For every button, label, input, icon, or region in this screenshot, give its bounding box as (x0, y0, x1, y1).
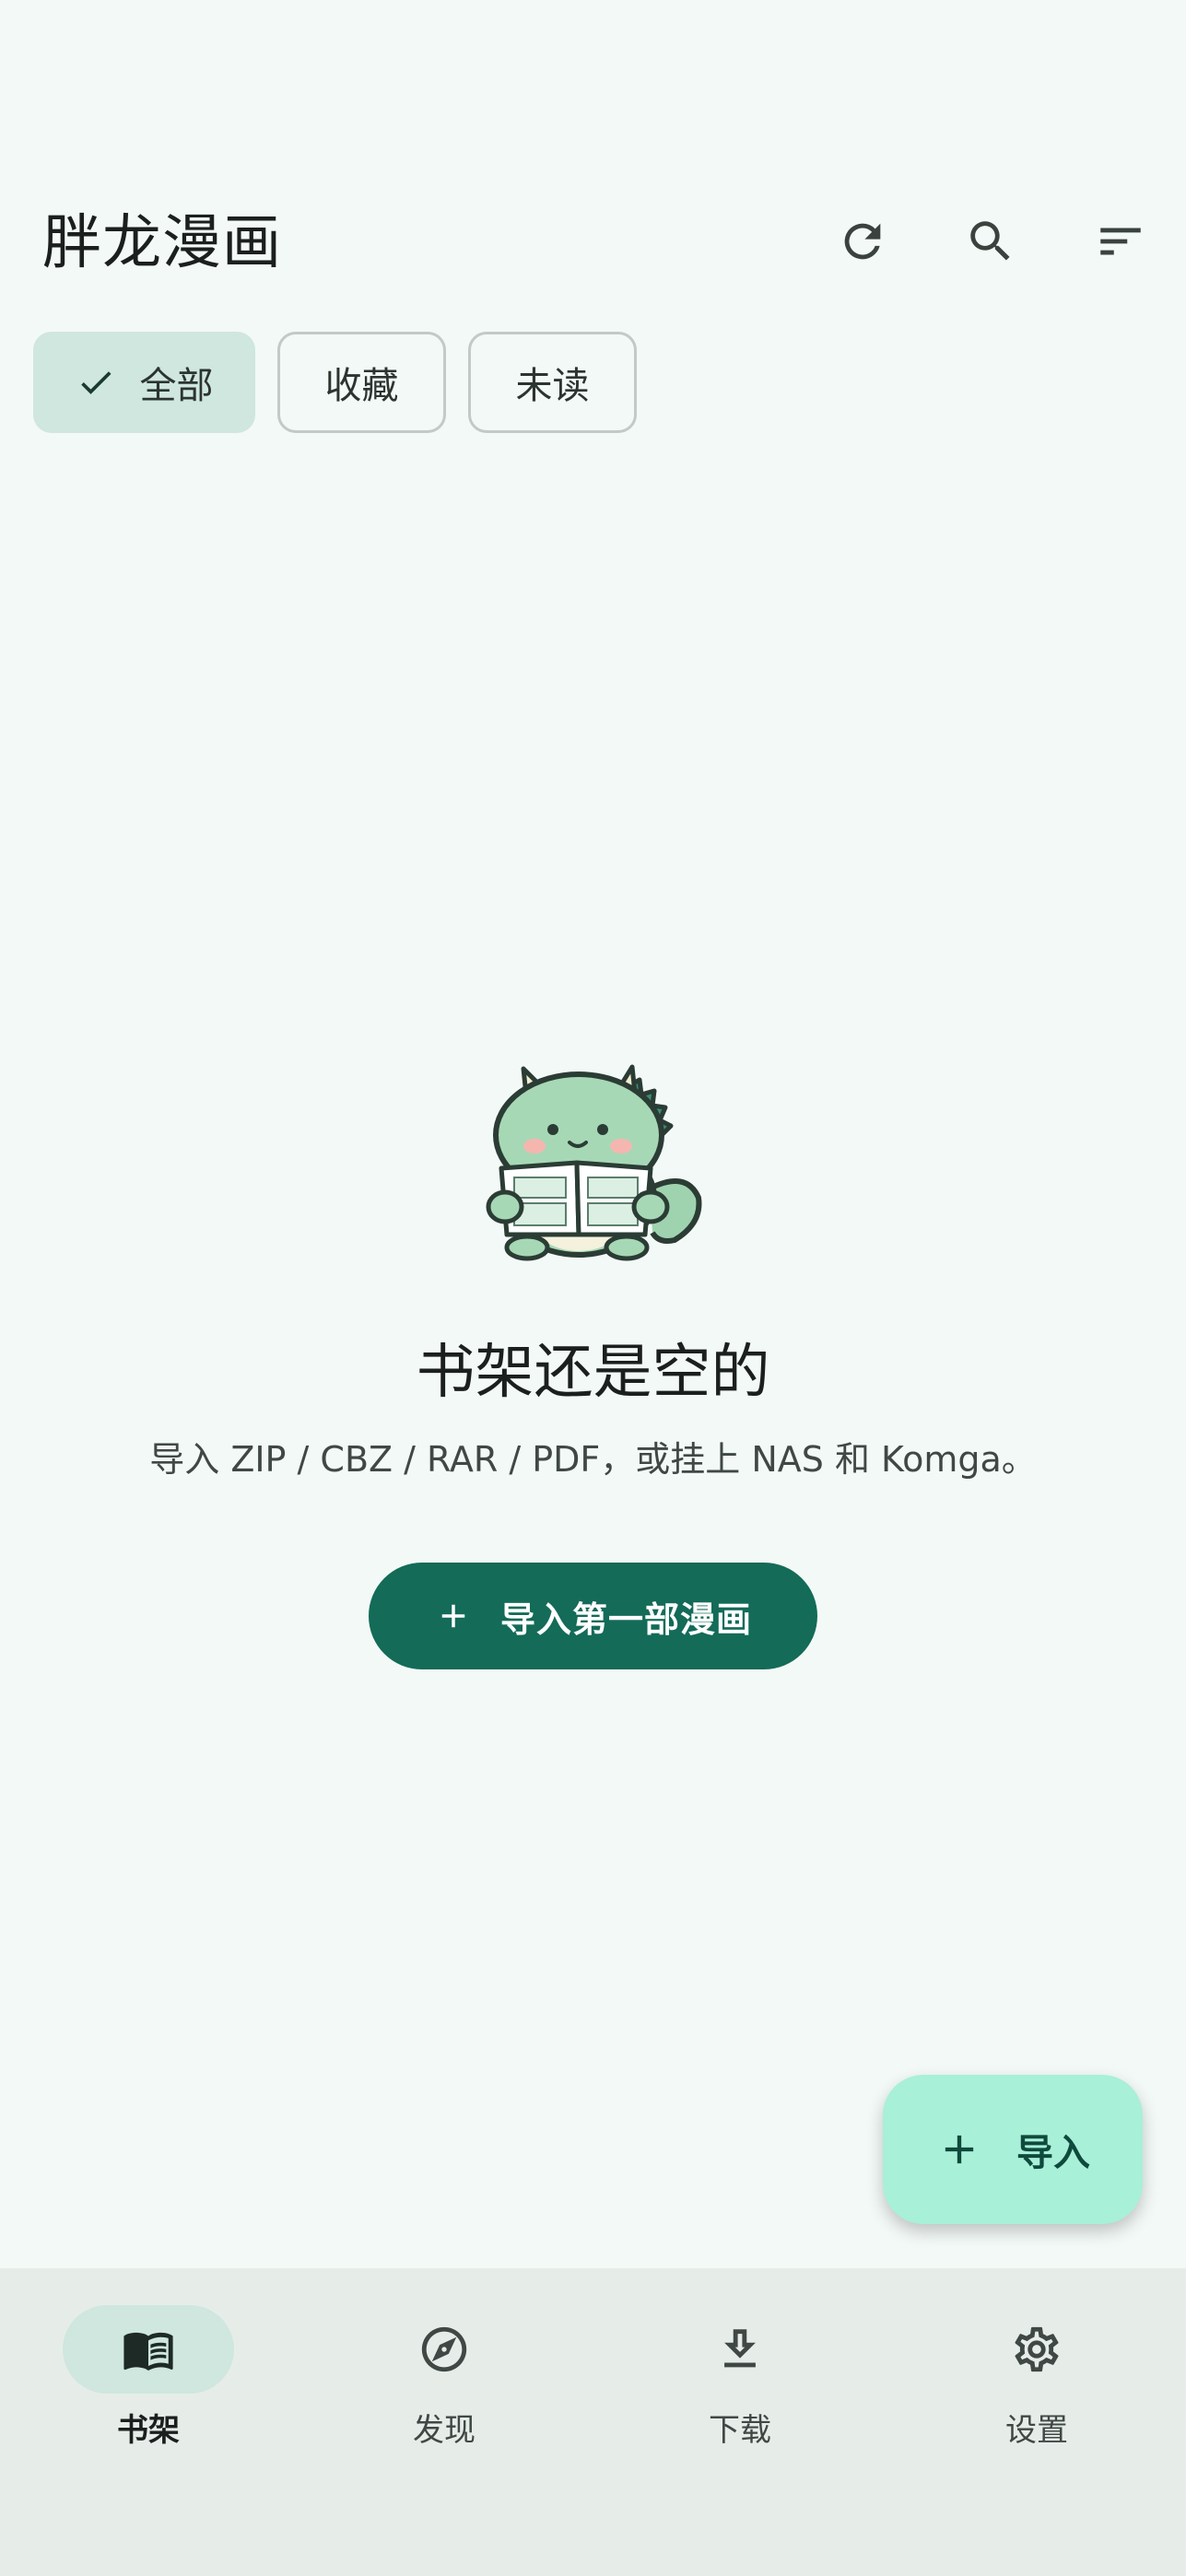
import-first-comic-label: 导入第一部漫画 (499, 1598, 752, 1640)
download-icon (724, 2329, 756, 2368)
search-button[interactable] (945, 195, 1037, 287)
search-icon (970, 221, 1010, 261)
nav-icon-container (951, 2305, 1122, 2394)
nav-label: 下载 (709, 2412, 771, 2449)
bottom-navigation: 书架 发现 下载 设置 (0, 2268, 1186, 2576)
app-title: 胖龙漫画 (42, 209, 282, 277)
filter-chip-label: 未读 (515, 365, 590, 407)
empty-state-subtitle: 导入 ZIP / CBZ / RAR / PDF，或挂上 NAS 和 Komga… (149, 1439, 1037, 1480)
plus-icon (945, 2135, 974, 2164)
nav-label: 书架 (117, 2412, 180, 2449)
nav-label: 发现 (413, 2412, 476, 2449)
dragon-mascot-illustration (486, 1064, 702, 1261)
nav-icon-container (654, 2305, 826, 2394)
check-icon (80, 371, 111, 394)
nav-item-discover[interactable]: 发现 (343, 2305, 546, 2453)
filter-chip-label: 收藏 (324, 365, 399, 407)
book-icon (123, 2332, 173, 2371)
nav-icon-container (358, 2305, 530, 2394)
sort-icon (1100, 228, 1141, 255)
sort-button[interactable] (1074, 195, 1167, 287)
empty-state-title: 书架还是空的 (416, 1339, 770, 1407)
nav-label: 设置 (1005, 2412, 1068, 2449)
filter-chip-unread[interactable]: 未读 (468, 332, 637, 433)
gear-icon (1015, 2326, 1059, 2372)
plus-icon (441, 1604, 465, 1628)
filter-chip-label: 全部 (139, 365, 214, 407)
refresh-icon (844, 223, 881, 260)
import-fab[interactable]: 导入 (883, 2075, 1143, 2224)
nav-active-indicator (63, 2305, 234, 2394)
import-fab-label: 导入 (1016, 2132, 1090, 2174)
nav-item-bookshelf[interactable]: 书架 (47, 2305, 250, 2453)
import-first-comic-button[interactable]: 导入第一部漫画 (369, 1563, 817, 1669)
filter-chip-all[interactable]: 全部 (33, 332, 255, 433)
compass-icon (421, 2326, 467, 2372)
nav-item-downloads[interactable]: 下载 (639, 2305, 841, 2453)
nav-item-settings[interactable]: 设置 (935, 2305, 1138, 2453)
refresh-button[interactable] (816, 195, 909, 287)
filter-chip-favorites[interactable]: 收藏 (277, 332, 446, 433)
